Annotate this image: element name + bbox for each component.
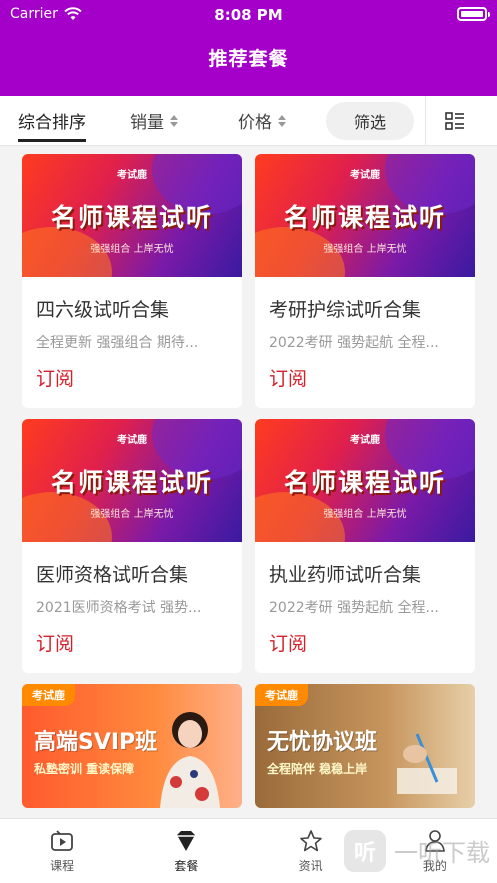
diamond-icon bbox=[177, 831, 196, 851]
package-card[interactable]: 考试鹿 名师课程试听 强强组合 上岸无忧 考研护综试听合集 2022考研 强势起… bbox=[255, 154, 475, 408]
banner-logo: 考试鹿 bbox=[117, 435, 147, 446]
writing-hand-illustration bbox=[397, 733, 457, 794]
tab-label: 课程 bbox=[50, 859, 75, 873]
banner-headline: 名师课程试听 bbox=[50, 468, 213, 497]
carrier-label: Carrier bbox=[10, 6, 58, 22]
card-banner: 考试鹿 名师课程试听 强强组合 上岸无忧 bbox=[22, 154, 242, 277]
sort-price[interactable]: 价格 bbox=[238, 108, 286, 133]
layout-toggle-button[interactable] bbox=[425, 95, 483, 146]
card-title: 考研护综试听合集 bbox=[269, 299, 422, 321]
sort-arrows-icon bbox=[278, 114, 286, 127]
banner-headline: 名师课程试听 bbox=[50, 203, 213, 232]
filter-label: 筛选 bbox=[353, 112, 386, 132]
top-header: Carrier 8:08 PM 推荐套餐 bbox=[0, 0, 497, 96]
tab-courses[interactable]: 课程 bbox=[0, 819, 124, 883]
star-icon bbox=[299, 830, 322, 852]
promo-subtitle: 全程陪伴 稳稳上岸 bbox=[267, 762, 368, 776]
subscribe-button[interactable]: 订阅 bbox=[22, 352, 242, 408]
banner-logo: 考试鹿 bbox=[117, 170, 147, 181]
card-title: 执业药师试听合集 bbox=[269, 564, 422, 586]
promo-tag: 考试鹿 bbox=[22, 684, 75, 706]
card-description: 2022考研 强势起航 全程... bbox=[269, 335, 439, 351]
wifi-icon bbox=[64, 7, 82, 20]
sort-comprehensive-label: 综合排序 bbox=[18, 113, 86, 133]
banner-logo: 考试鹿 bbox=[350, 435, 380, 446]
banner-headline: 名师课程试听 bbox=[283, 468, 446, 497]
page-title: 推荐套餐 bbox=[208, 48, 289, 70]
subscribe-button[interactable]: 订阅 bbox=[22, 617, 242, 673]
card-title: 医师资格试听合集 bbox=[36, 564, 189, 586]
banner-headline: 名师课程试听 bbox=[283, 203, 446, 232]
card-banner: 考试鹿 名师课程试听 强强组合 上岸无忧 bbox=[255, 154, 475, 277]
list-layout-icon bbox=[444, 111, 464, 130]
package-card[interactable]: 考试鹿 名师课程试听 强强组合 上岸无忧 执业药师试听合集 2022考研 强势起… bbox=[255, 419, 475, 673]
subscribe-button[interactable]: 订阅 bbox=[255, 617, 475, 673]
promo-title: 无忧协议班 bbox=[267, 730, 378, 755]
tab-label: 套餐 bbox=[174, 859, 199, 873]
tab-packages[interactable]: 套餐 bbox=[124, 819, 248, 883]
banner-logo: 考试鹿 bbox=[350, 170, 380, 181]
card-description: 全程更新 强强组合 期待... bbox=[36, 335, 199, 351]
tab-label: 我的 bbox=[422, 859, 447, 873]
promo-card-svip[interactable]: 考试鹿 高端SVIP班 私塾密训 重读保障 bbox=[22, 684, 242, 808]
sort-sales-label: 销量 bbox=[130, 113, 164, 133]
battery-icon bbox=[457, 7, 490, 21]
sort-price-label: 价格 bbox=[238, 113, 272, 133]
person-illustration bbox=[160, 712, 220, 808]
promo-subtitle: 私塾密训 重读保障 bbox=[34, 762, 135, 776]
subscribe-button[interactable]: 订阅 bbox=[255, 352, 475, 408]
play-icon bbox=[51, 830, 74, 851]
card-title: 四六级试听合集 bbox=[36, 299, 170, 321]
package-card[interactable]: 考试鹿 名师课程试听 强强组合 上岸无忧 四六级试听合集 全程更新 强强组合 期… bbox=[22, 154, 242, 408]
promo-tag: 考试鹿 bbox=[255, 684, 308, 706]
sort-comprehensive[interactable]: 综合排序 bbox=[18, 108, 86, 142]
card-banner: 考试鹿 名师课程试听 强强组合 上岸无忧 bbox=[22, 419, 242, 542]
promo-card-worry-free[interactable]: 考试鹿 无忧协议班 全程陪伴 稳稳上岸 bbox=[255, 684, 475, 808]
banner-subtitle: 强强组合 上岸无忧 bbox=[90, 244, 174, 255]
promo-title: 高端SVIP班 bbox=[34, 730, 158, 755]
sort-sales[interactable]: 销量 bbox=[130, 108, 178, 133]
bottom-tab-bar: 课程 套餐 资讯 我的 bbox=[0, 818, 497, 883]
sort-bar: 综合排序 销量 价格 筛选 bbox=[0, 95, 497, 146]
banner-subtitle: 强强组合 上岸无忧 bbox=[323, 509, 407, 520]
package-grid: 考试鹿 名师课程试听 强强组合 上岸无忧 四六级试听合集 全程更新 强强组合 期… bbox=[0, 146, 497, 818]
tab-mine[interactable]: 我的 bbox=[373, 819, 497, 883]
filter-button[interactable]: 筛选 bbox=[326, 101, 414, 140]
status-bar: Carrier 8:08 PM bbox=[0, 0, 497, 28]
card-banner: 考试鹿 名师课程试听 强强组合 上岸无忧 bbox=[255, 419, 475, 542]
card-description: 2022考研 强势起航 全程... bbox=[269, 600, 439, 616]
card-description: 2021医师资格考试 强势... bbox=[36, 600, 202, 616]
sort-arrows-icon bbox=[170, 114, 178, 127]
banner-subtitle: 强强组合 上岸无忧 bbox=[90, 509, 174, 520]
tab-label: 资讯 bbox=[298, 859, 323, 873]
tab-news[interactable]: 资讯 bbox=[249, 819, 373, 883]
user-icon bbox=[424, 830, 445, 852]
banner-subtitle: 强强组合 上岸无忧 bbox=[323, 244, 407, 255]
package-card[interactable]: 考试鹿 名师课程试听 强强组合 上岸无忧 医师资格试听合集 2021医师资格考试… bbox=[22, 419, 242, 673]
